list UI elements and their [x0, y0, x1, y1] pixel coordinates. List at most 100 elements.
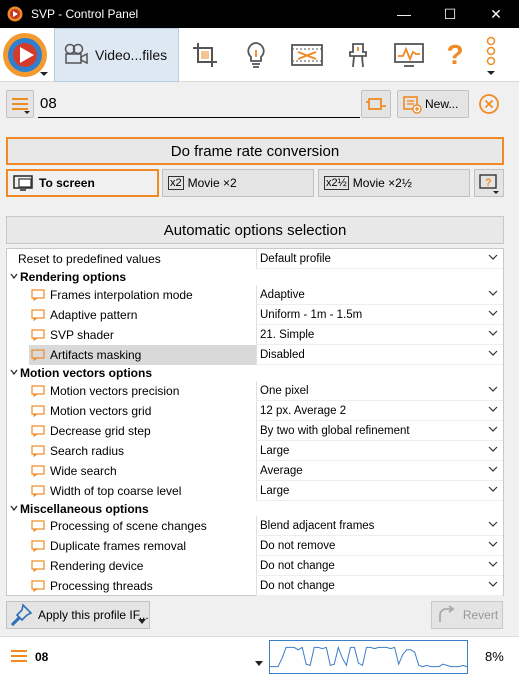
automatic-options-button[interactable]: Automatic options selection [6, 216, 504, 244]
revert-icon [438, 605, 455, 622]
comment-icon [31, 289, 45, 301]
monitor-chart-button[interactable] [383, 28, 434, 82]
more-icon [486, 36, 496, 75]
apply-profile-if-button[interactable]: Apply this profile IF... [6, 601, 150, 629]
option-label: Wide search [50, 464, 117, 478]
option-row: Width of top coarse level Large [7, 481, 503, 501]
chevron-down-icon [488, 426, 498, 432]
option-label: SVP shader [50, 328, 114, 342]
chevron-down-icon [488, 254, 498, 260]
more-menu-button[interactable] [476, 28, 506, 82]
revert-button[interactable]: Revert [431, 601, 503, 629]
cpu-usage-graph [269, 640, 468, 674]
crop-button[interactable] [179, 28, 230, 82]
option-select[interactable]: Blend adjacent frames [256, 516, 503, 536]
option-row-reset: Reset to predefined values Default profi… [7, 249, 503, 269]
chevron-down-icon [488, 350, 498, 356]
to-screen-button[interactable]: To screen [6, 169, 159, 197]
maximize-button[interactable]: ☐ [427, 0, 473, 28]
option-select[interactable]: Average [256, 461, 503, 481]
option-label: Processing of scene changes [50, 519, 207, 533]
comment-icon [31, 540, 45, 552]
help-button[interactable]: ? [434, 28, 476, 82]
chevron-down-icon [488, 581, 498, 587]
chevron-down-icon [488, 330, 498, 336]
section-rendering-options[interactable]: Rendering options [7, 267, 503, 287]
pin-icon [10, 603, 33, 627]
device-icon [348, 43, 367, 68]
collapse-arrow-icon [10, 505, 18, 512]
lightbulb-button[interactable] [230, 28, 281, 82]
option-select[interactable]: Uniform - 1m - 1.5m [256, 305, 503, 325]
new-profile-label: New... [425, 97, 459, 111]
title-bar: SVP - Control Panel — ☐ ✕ [0, 0, 519, 28]
profile-name-input[interactable]: 08 [38, 92, 360, 118]
close-window-button[interactable]: ✕ [473, 0, 519, 28]
video-camera-icon [64, 43, 88, 65]
comment-icon [31, 329, 45, 341]
option-label: Width of top coarse level [50, 484, 182, 498]
profile-menu-icon[interactable] [9, 647, 33, 667]
section-motion-vectors-options[interactable]: Motion vectors options [7, 363, 503, 383]
option-value: Do not remove [260, 540, 336, 552]
movie-x2-label: Movie ×2 [187, 176, 237, 190]
option-select[interactable]: Do not change [256, 556, 503, 576]
option-row: Motion vectors grid 12 px. Average 2 [7, 401, 503, 421]
device-button[interactable] [332, 28, 383, 82]
comment-icon [31, 349, 45, 361]
comment-icon [31, 309, 45, 321]
filmstrip-button[interactable] [281, 28, 332, 82]
collapse-arrow-icon [10, 273, 18, 280]
option-label: Frames interpolation mode [50, 288, 193, 302]
option-select[interactable]: 21. Simple [256, 325, 503, 345]
minimize-button[interactable]: — [381, 0, 427, 28]
svp-logo-icon [7, 6, 23, 22]
option-select[interactable]: Large [256, 481, 503, 501]
option-select[interactable]: Disabled [256, 345, 503, 365]
profile-menu-button[interactable] [6, 90, 34, 118]
option-value: Default profile [260, 253, 331, 265]
filmstrip-icon [290, 44, 323, 66]
movie-x2-button[interactable]: x2 Movie ×2 [162, 169, 314, 197]
option-select[interactable]: One pixel [256, 381, 503, 401]
option-row: Motion vectors precision One pixel [7, 381, 503, 401]
mode-help-button[interactable]: ? [474, 169, 504, 197]
chevron-down-icon [488, 290, 498, 296]
frame-rate-conversion-toggle[interactable]: Do frame rate conversion [6, 137, 504, 165]
delete-profile-button[interactable] [475, 90, 503, 118]
comment-icon [31, 560, 45, 572]
close-circle-icon [479, 94, 499, 114]
option-row: Duplicate frames removal Do not remove [7, 536, 503, 556]
chevron-down-icon [488, 541, 498, 547]
tab-video-files-label: Video...files [95, 47, 168, 63]
chevron-down-icon [488, 386, 498, 392]
cpu-usage-line [270, 645, 468, 668]
option-label: Duplicate frames removal [50, 539, 187, 553]
option-select[interactable]: By two with global refinement [256, 421, 503, 441]
option-select[interactable]: Do not change [256, 576, 503, 596]
chevron-down-icon [488, 406, 498, 412]
option-select[interactable]: Large [256, 441, 503, 461]
option-row: Processing of scene changes Blend adjace… [7, 516, 503, 536]
apply-profile-if-label: Apply this profile IF... [38, 608, 149, 622]
profile-settings-button[interactable] [361, 90, 391, 118]
hamburger-icon [12, 98, 30, 114]
option-row: Rendering device Do not change [7, 556, 503, 576]
movie-x2-5-button[interactable]: x2½ Movie ×2½ [318, 169, 470, 197]
current-profile-label: 08 [35, 650, 49, 664]
option-select[interactable]: Adaptive [256, 285, 503, 305]
output-mode-row: To screen x2 Movie ×2 x2½ Movie ×2½ ? [6, 169, 504, 197]
option-select[interactable]: Default profile [256, 249, 503, 269]
option-row: Processing threads Do not change [7, 576, 503, 596]
chevron-down-icon [488, 521, 498, 527]
new-profile-button[interactable]: New... [397, 90, 469, 118]
option-select[interactable]: Do not remove [256, 536, 503, 556]
option-value: Large [260, 485, 290, 497]
graph-dropdown-icon[interactable] [255, 661, 263, 667]
tab-video-files[interactable]: Video...files [54, 28, 179, 82]
screen-icon [13, 175, 33, 191]
option-value: 12 px. Average 2 [260, 405, 347, 417]
comment-icon [31, 405, 45, 417]
main-menu-button[interactable] [0, 28, 54, 82]
option-select[interactable]: 12 px. Average 2 [256, 401, 503, 421]
